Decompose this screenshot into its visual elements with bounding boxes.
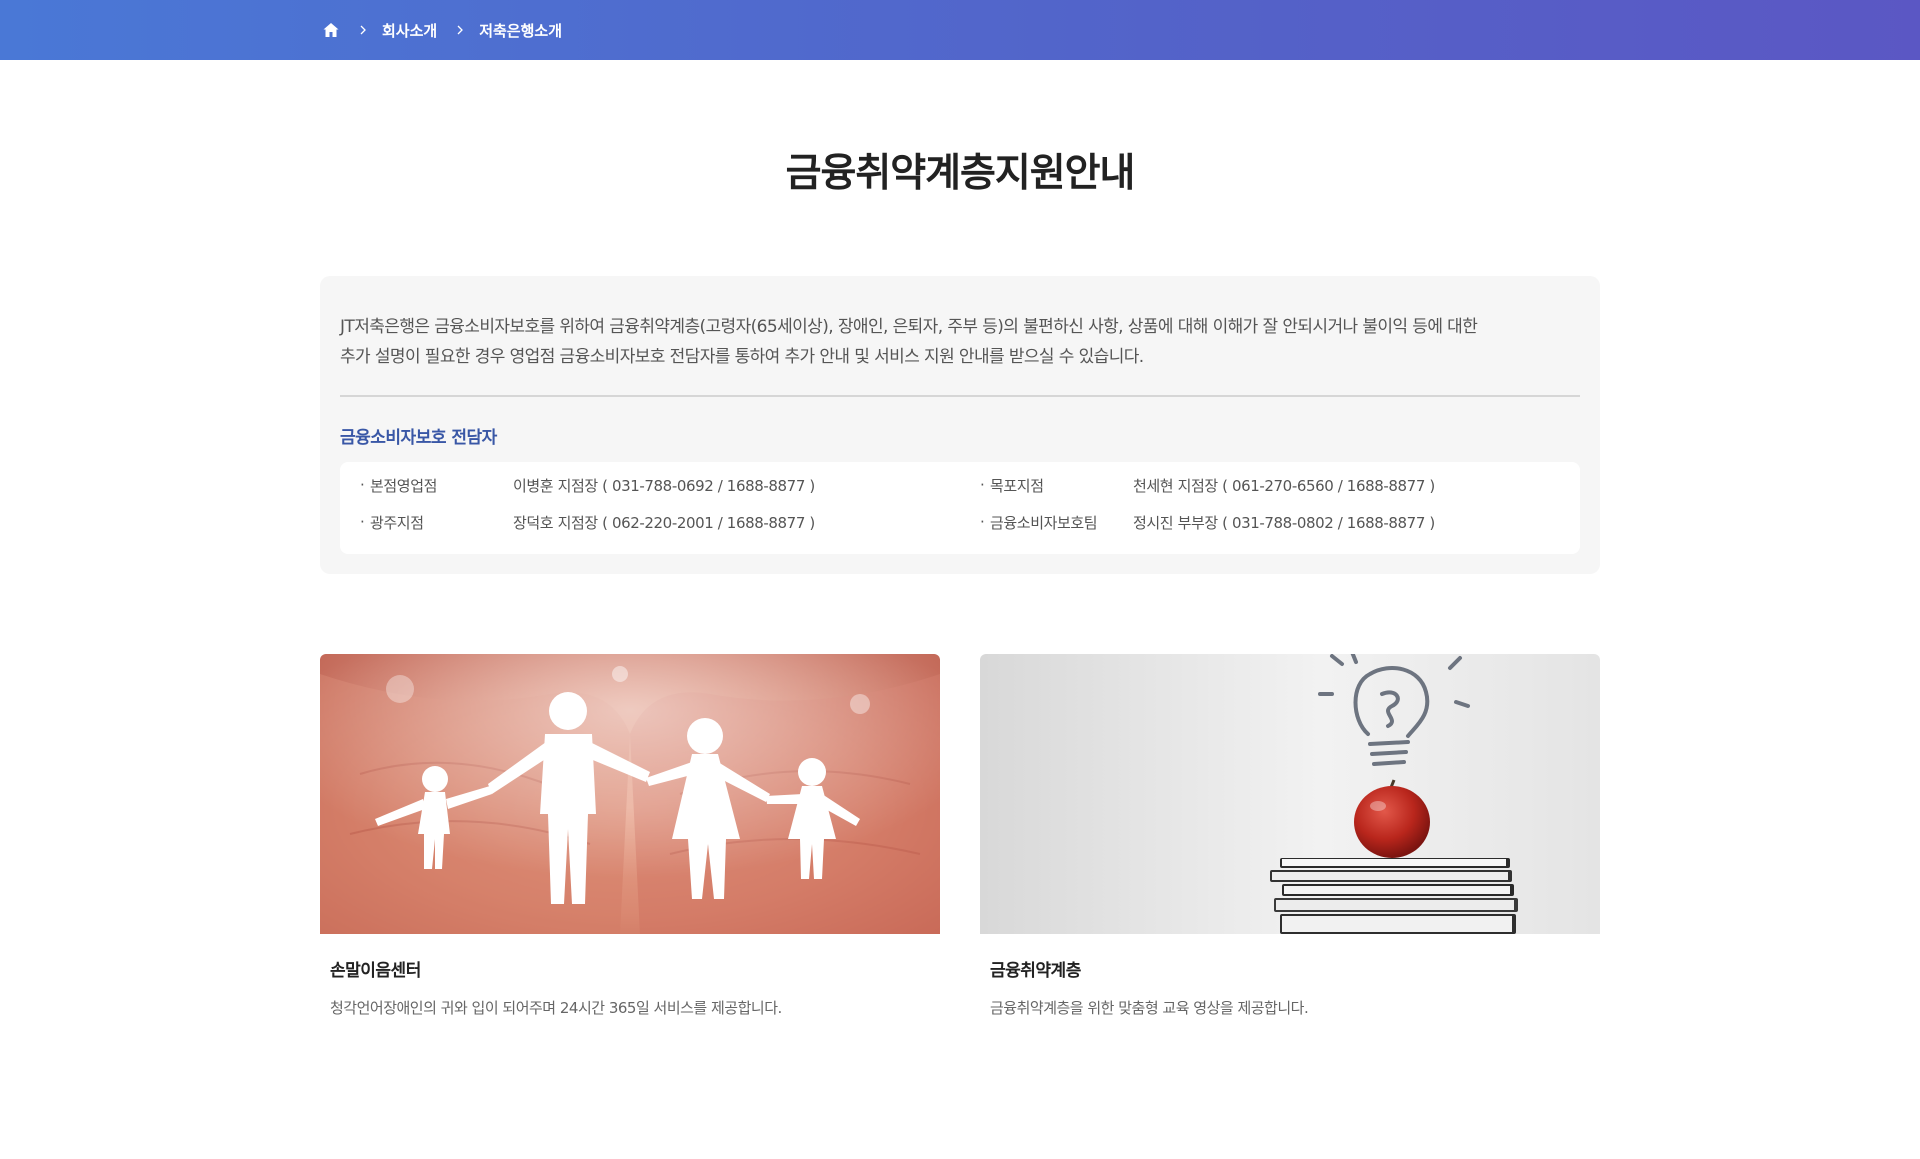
breadcrumb-item-bank-intro[interactable]: 저축은행소개 [479, 20, 562, 41]
page-title: 금융취약계층지원안내 [785, 151, 1136, 196]
contact-detail: 이병훈 지점장 ( 031-788-0692 / 1688-8877 ) [513, 476, 815, 495]
bullet: · [360, 476, 365, 494]
home-icon[interactable] [322, 21, 340, 39]
contact-item: · 광주지점 장덕호 지점장 ( 062-220-2001 / 1688-887… [360, 509, 815, 535]
card-description: 청각언어장애인의 귀와 입이 되어주며 24시간 365일 서비스를 제공합니다… [330, 999, 782, 1017]
contact-item: · 목포지점 천세현 지점장 ( 061-270-6560 / 1688-887… [980, 472, 1435, 498]
contact-branch: 광주지점 [370, 513, 424, 532]
card-title[interactable]: 손말이음센터 [330, 956, 421, 981]
chevron-right-icon [358, 25, 368, 35]
contact-detail: 정시진 부부장 ( 031-788-0802 / 1688-8877 ) [1133, 513, 1435, 532]
contact-item: · 금융소비자보호팀 정시진 부부장 ( 031-788-0802 / 1688… [980, 509, 1435, 535]
contact-branch: 목포지점 [990, 476, 1044, 495]
contact-detail: 장덕호 지점장 ( 062-220-2001 / 1688-8877 ) [513, 513, 815, 532]
info-description-line-2: 추가 설명이 필요한 경우 영업점 금융소비자보호 전담자를 통하여 추가 안내… [340, 347, 1144, 367]
section-subtitle: 금융소비자보호 전담자 [340, 428, 497, 448]
breadcrumb-item-company[interactable]: 회사소개 [382, 20, 437, 41]
chevron-right-icon [455, 25, 465, 35]
contact-list: · 본점영업점 이병훈 지점장 ( 031-788-0692 / 1688-88… [340, 462, 1580, 554]
bullet: · [980, 513, 985, 531]
card-sign-language-center[interactable]: 손말이음센터 청각언어장애인의 귀와 입이 되어주며 24시간 365일 서비스… [320, 654, 940, 1017]
family-hands-image[interactable] [320, 654, 940, 934]
bullet: · [360, 513, 365, 531]
info-description: JT저축은행은 금융소비자보호를 위하여 금융취약계층(고령자(65세이상), … [340, 312, 1585, 372]
breadcrumb: 회사소개 저축은행소개 [322, 0, 562, 60]
bullet: · [980, 476, 985, 494]
contact-item: · 본점영업점 이병훈 지점장 ( 031-788-0692 / 1688-88… [360, 472, 815, 498]
card-title[interactable]: 금융취약계층 [990, 956, 1081, 981]
card-vulnerable-groups[interactable]: 금융취약계층 금융취약계층을 위한 맞춤형 교육 영상을 제공합니다. [980, 654, 1600, 1017]
contact-branch: 금융소비자보호팀 [990, 513, 1098, 532]
contact-detail: 천세현 지점장 ( 061-270-6560 / 1688-8877 ) [1133, 476, 1435, 495]
apple-books-image[interactable] [980, 654, 1600, 934]
info-description-line-1: JT저축은행은 금융소비자보호를 위하여 금융취약계층(고령자(65세이상), … [340, 317, 1478, 337]
card-description: 금융취약계층을 위한 맞춤형 교육 영상을 제공합니다. [990, 999, 1309, 1017]
top-header-bar: 회사소개 저축은행소개 [0, 0, 1920, 60]
info-box: JT저축은행은 금융소비자보호를 위하여 금융취약계층(고령자(65세이상), … [320, 276, 1600, 574]
contact-branch: 본점영업점 [370, 476, 438, 495]
divider [340, 395, 1580, 397]
